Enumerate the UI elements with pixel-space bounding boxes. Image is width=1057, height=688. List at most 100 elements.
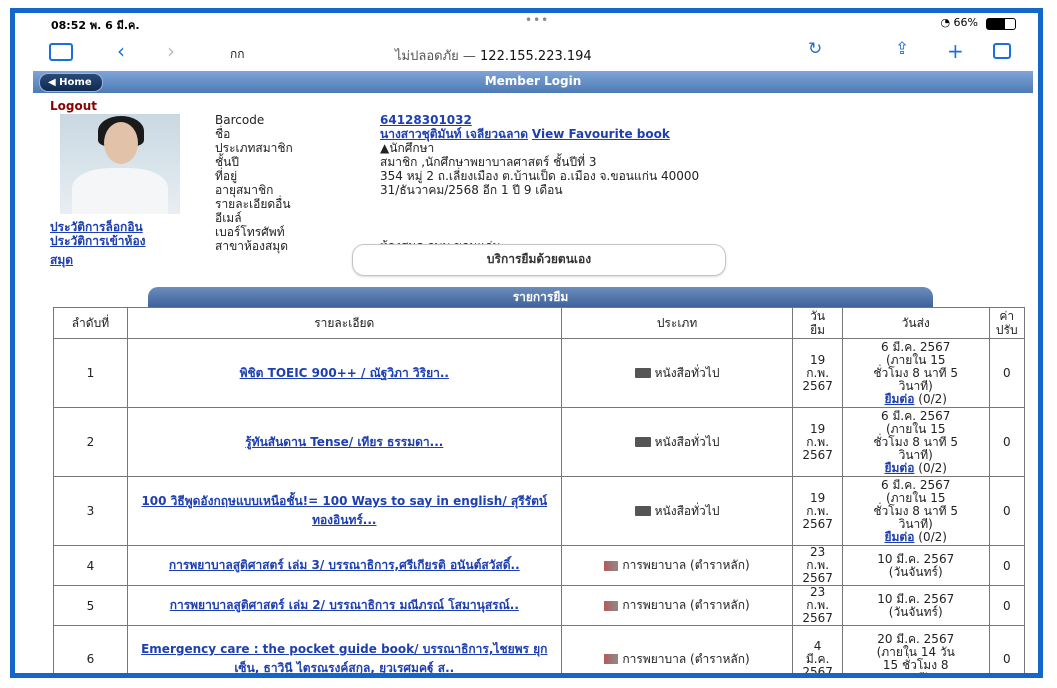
cell-due: 10 มี.ค. 2567 (วันจันทร์) — [841, 585, 990, 626]
cell-fine: 0 — [988, 338, 1026, 408]
table-row: 2 รู้ทันสันดาน Tense/ เทียร ธรรมดา... หนัง… — [53, 407, 1026, 477]
reader-button[interactable]: กก — [230, 45, 245, 64]
renew-link[interactable]: ยืมต่อ — [884, 461, 914, 475]
tabs-icon[interactable] — [993, 43, 1011, 59]
person-icon: ▲ — [380, 141, 390, 155]
status-bar: 08:52 พ. 6 มี.ค. ••• ◔ 66% — [15, 13, 1038, 33]
cell-borrow: 19 ก.พ. 2567 — [792, 407, 843, 477]
screenshot-frame: 08:52 พ. 6 มี.ค. ••• ◔ 66% ‹ › กก ไม่ปลอ… — [10, 8, 1043, 678]
label-year: ชั้นปี — [215, 155, 239, 169]
battery-icon — [986, 18, 1016, 30]
book-icon — [634, 368, 651, 378]
book-title-link[interactable]: พิชิต TOEIC 900++ / ณัฐวิภา วิริยา.. — [240, 366, 449, 380]
cell-detail: การพยาบาลสูติศาสตร์ เล่ม 3/ บรรณาธิการ,ศ… — [126, 545, 562, 586]
cell-no: 1 — [53, 338, 128, 408]
label-other: รายละเอียดอื่น — [215, 197, 291, 211]
cell-no: 4 — [53, 545, 128, 586]
favourite-book-link[interactable]: View Favourite book — [532, 127, 670, 141]
cell-borrow: 19 ก.พ. 2567 — [792, 476, 843, 546]
renew-link[interactable]: ยืมต่อ — [884, 392, 914, 406]
cell-due: 20 มี.ค. 2567 (ภายใน 14 วัน 15 ชั่วโมง 8… — [841, 625, 990, 673]
col-detail: รายละเอียด — [126, 307, 562, 339]
cell-borrow: 23 ก.พ. 2567 — [792, 585, 843, 626]
address-bar[interactable]: ไม่ปลอดภัย — 122.155.223.194 — [395, 45, 592, 66]
cell-due: 6 มี.ค. 2567 (ภายใน 15 ชั่วโมง 8 นาที 5 … — [841, 476, 990, 546]
cell-type: การพยาบาล (ตำราหลัก) — [560, 625, 794, 673]
label-expiry: อายุสมาชิก — [215, 183, 274, 197]
table-header-row: ลำดับที่ รายละเอียด ประเภท วัน ยืม วันส่… — [53, 307, 1026, 339]
member-name[interactable]: นางสาวชุติมันท์ เจลียวฉลาด — [380, 127, 528, 141]
book-icon — [604, 654, 619, 664]
battery-percent: ◔ 66% — [940, 16, 978, 29]
cell-fine: 0 — [988, 545, 1026, 586]
cell-fine: 0 — [988, 585, 1026, 626]
library-visit-history-link[interactable]: ประวัติการเข้าห้อง สมุด — [50, 232, 146, 270]
member-type: ▲นักศึกษา — [380, 141, 435, 155]
book-title-link[interactable]: การพยาบาลสูติศาสตร์ เล่ม 2/ บรรณาธิการ ม… — [170, 598, 519, 612]
member-photo — [60, 114, 180, 214]
cell-detail: การพยาบาลสูติศาสตร์ เล่ม 2/ บรรณาธิการ ม… — [126, 585, 562, 626]
label-email: อีเมล์ — [215, 211, 242, 225]
cell-fine: 0 — [988, 407, 1026, 477]
col-no: ลำดับที่ — [53, 307, 128, 339]
wifi-icon: ◔ — [940, 16, 951, 29]
cell-borrow: 19 ก.พ. 2567 — [792, 338, 843, 408]
cell-type: หนังสือทั่วไป — [560, 338, 794, 408]
cell-due: 6 มี.ค. 2567 (ภายใน 15 ชั่วโมง 8 นาที 5 … — [841, 338, 990, 408]
reload-icon[interactable]: ↻ — [808, 39, 822, 59]
book-title-link[interactable]: 100 วิธีพูดอังกฤษแบบเหนือชั้น!= 100 Ways… — [141, 494, 547, 527]
cell-detail: รู้ทันสันดาน Tense/ เทียร ธรรมดา... — [126, 407, 562, 477]
member-year: สมาชิก ,นักศึกษาพยาบาลศาสตร์ ชั้นปีที่ 3 — [380, 155, 597, 169]
cell-type: การพยาบาล (ตำราหลัก) — [560, 585, 794, 626]
header-bar: ◀ Home Member Login — [33, 71, 1033, 93]
logout-link[interactable]: Logout — [50, 99, 97, 113]
multitask-dots[interactable]: ••• — [525, 13, 549, 27]
cell-no: 6 — [53, 625, 128, 673]
label-member-type: ประเภทสมาชิก — [215, 141, 293, 155]
col-fine: ค่า ปรับ — [988, 307, 1026, 339]
loans-table: ลำดับที่ รายละเอียด ประเภท วัน ยืม วันส่… — [53, 307, 1026, 673]
cell-due: 6 มี.ค. 2567 (ภายใน 15 ชั่วโมง 8 นาที 5 … — [841, 407, 990, 477]
cell-no: 5 — [53, 585, 128, 626]
cell-fine: 0 — [988, 625, 1026, 673]
col-due: วันส่ง — [841, 307, 990, 339]
cell-no: 3 — [53, 476, 128, 546]
new-tab-icon[interactable]: + — [947, 39, 964, 63]
cell-borrow: 4 มี.ค. 2567 — [792, 625, 843, 673]
sidebar-icon[interactable] — [49, 43, 73, 61]
share-icon[interactable]: ⇪ — [895, 39, 909, 59]
book-icon — [604, 600, 619, 611]
label-barcode: Barcode — [215, 113, 265, 127]
cell-no: 2 — [53, 407, 128, 477]
label-name: ชื่อ — [215, 127, 231, 141]
col-borrow: วัน ยืม — [792, 307, 843, 339]
cell-borrow: 23 ก.พ. 2567 — [792, 545, 843, 586]
renew-link[interactable]: ยืมต่อ — [884, 530, 914, 544]
member-expiry: 31/ธันวาคม/2568 อีก 1 ปี 9 เดือน — [380, 183, 563, 197]
table-row: 1 พิชิต TOEIC 900++ / ณัฐวิภา วิริยา.. หนั… — [53, 338, 1026, 408]
cell-detail: 100 วิธีพูดอังกฤษแบบเหนือชั้น!= 100 Ways… — [126, 476, 562, 546]
cell-detail: พิชิต TOEIC 900++ / ณัฐวิภา วิริยา.. — [126, 338, 562, 408]
table-row: 5 การพยาบาลสูติศาสตร์ เล่ม 2/ บรรณาธิการ … — [53, 585, 1026, 626]
loans-title: รายการยืม — [148, 287, 933, 307]
cell-type: หนังสือทั่วไป — [560, 476, 794, 546]
cell-fine: 0 — [988, 476, 1026, 546]
book-title-link[interactable]: รู้ทันสันดาน Tense/ เทียร ธรรมดา... — [245, 435, 443, 449]
member-address: 354 หมู่ 2 ถ.เลี่ยงเมือง ต.บ้านเป็ด อ.เม… — [380, 169, 700, 183]
cell-type: การพยาบาล (ตำราหลัก) — [560, 545, 794, 586]
cell-detail: Emergency care : the pocket guide book/ … — [126, 625, 562, 673]
table-row: 4 การพยาบาลสูติศาสตร์ เล่ม 3/ บรรณาธิการ,… — [53, 545, 1026, 586]
back-icon[interactable]: ‹ — [117, 39, 125, 63]
label-phone: เบอร์โทรศัพท์ — [215, 225, 285, 239]
page-title: Member Login — [484, 74, 582, 88]
book-title-link[interactable]: การพยาบาลสูติศาสตร์ เล่ม 3/ บรรณาธิการ,ศ… — [169, 558, 520, 572]
status-time: 08:52 พ. 6 มี.ค. — [51, 19, 140, 32]
forward-icon[interactable]: › — [167, 39, 175, 63]
book-icon — [634, 506, 651, 516]
barcode-value[interactable]: 64128301032 — [380, 113, 472, 127]
cell-due: 10 มี.ค. 2567 (วันจันทร์) — [841, 545, 990, 586]
table-row: 3 100 วิธีพูดอังกฤษแบบเหนือชั้น!= 100 Way… — [53, 476, 1026, 546]
col-type: ประเภท — [560, 307, 794, 339]
book-title-link[interactable]: Emergency care : the pocket guide book/ … — [141, 642, 547, 673]
self-service-button[interactable]: บริการยืมด้วยตนเอง — [352, 244, 726, 276]
